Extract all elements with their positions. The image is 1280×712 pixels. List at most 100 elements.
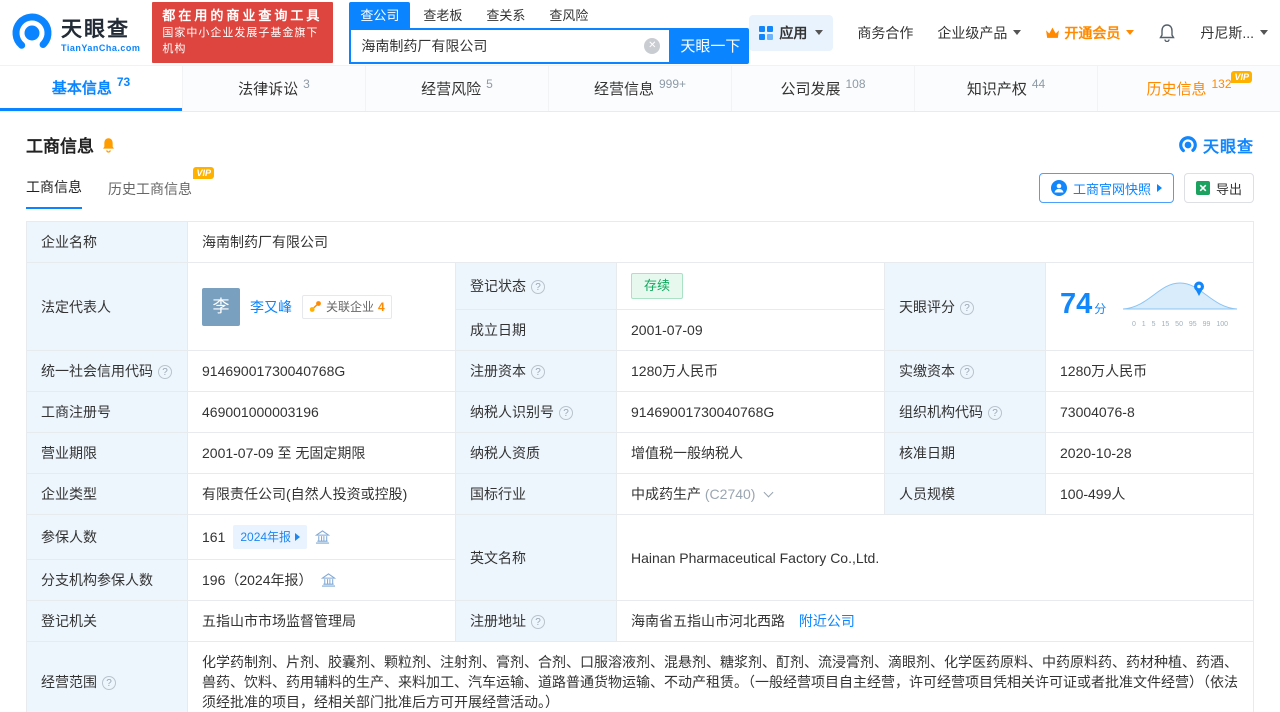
tab-operation-info[interactable]: 经营信息 999+ [548,66,731,111]
promo-line-2: 国家中小企业发展子基金旗下机构 [162,26,319,55]
table-row: 统一社会信用代码? 91469001730040768G 注册资本? 1280万… [26,350,1254,392]
tab-operation-risk[interactable]: 经营风险 5 [365,66,548,111]
nav-business-cooperation[interactable]: 商务合作 [857,23,913,43]
org-code-value: 73004076-8 [1045,391,1254,433]
brand-watermark: 天眼查 [1178,133,1254,157]
subtab-history-business-info[interactable]: 历史工商信息 VIP [108,167,214,209]
help-icon[interactable]: ? [531,615,545,629]
help-icon[interactable]: ? [531,365,545,379]
subscribe-bell-icon[interactable] [101,136,116,153]
search-area: 查公司 查老板 查关系 查风险 ✕ 天眼一下 [349,1,750,64]
search-tab-relation[interactable]: 查关系 [475,2,536,28]
help-icon[interactable]: ? [531,280,545,294]
table-row: 企业名称 海南制药厂有限公司 [26,221,1254,263]
help-icon[interactable]: ? [102,676,116,690]
clear-icon[interactable]: ✕ [644,37,661,54]
business-term-value: 2001-07-09 至 无固定期限 [187,432,456,474]
tab-history-info[interactable]: VIP 历史信息 132 [1097,66,1280,111]
promo-line-1: 都在用的商业查询工具 [162,8,323,24]
tab-legal-litigation[interactable]: 法律诉讼 3 [182,66,365,111]
user-name: 丹尼斯... [1200,24,1254,41]
tab-label: 经营信息 [593,81,654,98]
staff-size-label: 人员规模 [884,473,1046,515]
annual-report-icon[interactable] [315,530,331,544]
approval-date-label: 核准日期 [884,432,1046,474]
nearby-companies-link[interactable]: 附近公司 [799,613,855,629]
tab-count: 3 [303,76,310,91]
export-button[interactable]: 导出 [1183,173,1254,203]
search-tab-boss[interactable]: 查老板 [412,2,473,28]
tab-count: 132 [1211,76,1232,91]
table-row: 工商注册号 469001000003196 纳税人识别号? 9146900173… [26,391,1254,433]
arrow-right-icon [1156,184,1162,192]
help-icon[interactable]: ? [960,365,974,379]
search-button[interactable]: 天眼一下 [671,27,750,64]
score-chart[interactable]: 0 1 5 15 50 95 99 100 [1121,278,1239,335]
score-value: 74 分 0 1 5 15 50 95 99 100 [1045,262,1254,351]
company-section-tabs: 基本信息 73 法律诉讼 3 经营风险 5 经营信息 999+ 公司发展 108… [0,66,1280,112]
section-title: 工商信息 [26,137,94,156]
promo-badge: 都在用的商业查询工具 国家中小企业发展子基金旗下机构 [152,2,334,63]
help-icon[interactable]: ? [158,365,172,379]
reg-address-value: 海南省五指山市河北西路 附近公司 [616,600,1254,642]
search-input[interactable] [351,29,670,62]
related-companies-badge[interactable]: 关联企业 4 [302,294,392,319]
english-name-label: 英文名称 [455,514,617,601]
establish-date-value: 2001-07-09 [616,309,885,351]
staff-size-value: 100-499人 [1045,473,1254,515]
reg-status-value: 存续 [616,262,885,310]
tab-label: 知识产权 [966,81,1027,98]
user-menu[interactable]: 丹尼斯... [1200,23,1268,43]
nav-open-vip[interactable]: 开通会员 [1045,23,1135,43]
arrow-right-icon [295,533,301,541]
taxpayer-id-label: 纳税人识别号? [455,391,617,433]
table-row: 参保人数 161 2024年报 英文名称 Hainan Pharmaceutic… [26,514,1254,601]
subtab-business-info[interactable]: 工商信息 [26,177,82,209]
credit-code-value: 91469001730040768G [187,350,456,392]
tab-company-development[interactable]: 公司发展 108 [731,66,914,111]
table-row: 登记机关 五指山市市场监督管理局 注册地址? 海南省五指山市河北西路 附近公司 [26,600,1254,642]
score-number: 74 分 [1060,288,1107,320]
help-icon[interactable]: ? [559,406,573,420]
company-type-label: 企业类型 [26,473,188,515]
notification-bell-icon[interactable] [1158,23,1176,42]
snapshot-icon [1050,180,1067,196]
tab-intellectual-property[interactable]: 知识产权 44 [914,66,1097,111]
official-snapshot-button[interactable]: 工商官网快照 [1038,173,1174,203]
tianyancha-logo-icon [1179,135,1197,154]
tab-label: 历史信息 [1146,81,1207,98]
apps-menu[interactable]: 应用 [749,14,834,51]
legal-rep-avatar[interactable]: 李 [202,287,240,326]
business-term-label: 营业期限 [26,432,188,474]
tab-label: 法律诉讼 [238,81,299,98]
tianyancha-logo[interactable]: 天眼查 TianYanCha.com [10,11,140,55]
chevron-down-icon[interactable] [763,487,774,498]
approval-date-value: 2020-10-28 [1045,432,1254,474]
nav-enterprise-products[interactable]: 企业级产品 [937,23,1022,43]
annual-report-icon[interactable] [320,573,336,587]
subtab-history-label: 历史工商信息 [108,181,192,197]
status-badge: 存续 [631,273,684,299]
chevron-down-icon [1126,30,1135,35]
crown-icon [1046,27,1060,38]
legal-rep-label: 法定代表人 [26,262,188,351]
help-icon[interactable]: ? [988,406,1002,420]
tab-basic-info[interactable]: 基本信息 73 [0,66,182,111]
help-icon[interactable]: ? [960,300,974,315]
industry-code: (C2740) [704,486,756,502]
legal-rep-link[interactable]: 李又峰 [250,297,292,317]
main-content: 工商信息 天眼查 工商信息 历史工商信息 VIP 工商官网快照 导出 企业名称 … [0,132,1280,712]
reg-capital-value: 1280万人民币 [616,350,885,392]
reg-status-label: 登记状态? [455,262,617,310]
annual-report-badge[interactable]: 2024年报 [233,525,308,549]
legal-rep-value: 李 李又峰 关联企业 4 [187,262,456,351]
tab-label: 公司发展 [780,81,841,98]
official-snapshot-label: 工商官网快照 [1072,181,1151,197]
paid-capital-label: 实缴资本? [884,350,1046,392]
tab-label: 基本信息 [51,79,112,97]
grid-icon [759,25,774,40]
search-tab-risk[interactable]: 查风险 [538,2,599,28]
search-tab-company[interactable]: 查公司 [349,1,411,28]
paid-capital-value: 1280万人民币 [1045,350,1254,392]
vip-badge: VIP [193,167,214,179]
